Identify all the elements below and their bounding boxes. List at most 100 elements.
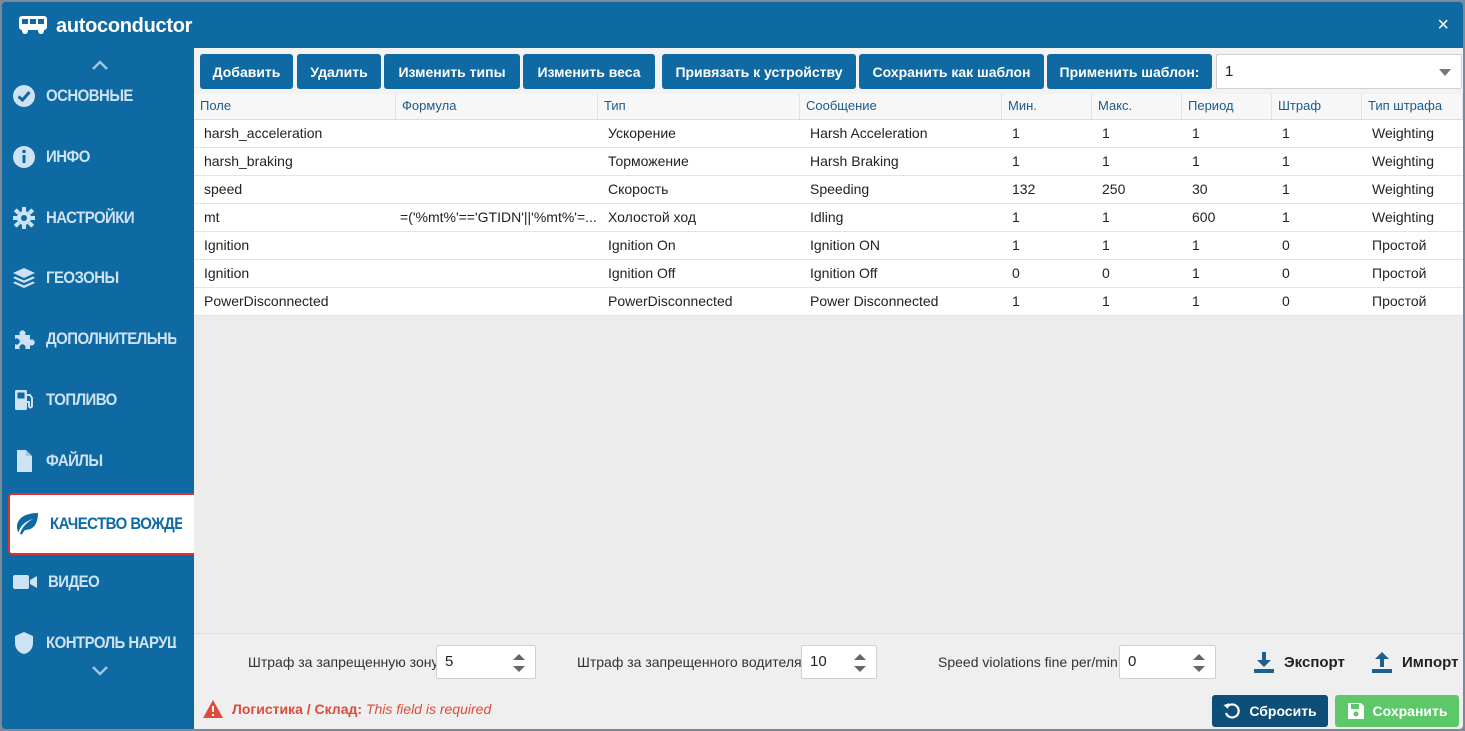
table-cell[interactable]: Скорость — [598, 176, 800, 203]
table-row[interactable]: PowerDisconnected PowerDisconnected Power … — [194, 288, 1463, 316]
table-cell[interactable]: Ignition — [194, 232, 396, 259]
close-icon[interactable]: × — [1437, 14, 1449, 36]
table-cell[interactable]: 1 — [1182, 288, 1272, 315]
table-cell[interactable]: harsh_braking — [194, 148, 396, 175]
save-template-button[interactable]: Сохранить как шаблон — [859, 54, 1044, 89]
table-cell[interactable]: Простой — [1362, 232, 1463, 259]
table-cell[interactable]: 1 — [1002, 288, 1092, 315]
table-cell[interactable]: 0 — [1272, 288, 1362, 315]
delete-button[interactable]: Удалить — [297, 54, 381, 89]
table-cell[interactable]: Холостой ход — [598, 204, 800, 231]
table-cell[interactable]: Weighting — [1362, 176, 1463, 203]
column-header[interactable]: Макс. — [1092, 94, 1182, 119]
sidebar-item-settings[interactable]: НАСТРОЙКИ — [2, 192, 194, 244]
stepper-arrows-icon[interactable] — [1193, 654, 1205, 672]
table-cell[interactable]: 1 — [1002, 148, 1092, 175]
sidebar-item-geozones[interactable]: ГЕОЗОНЫ — [2, 252, 194, 304]
table-row[interactable]: Ignition Ignition Off Ignition Off 0 0 1 0 Прос… — [194, 260, 1463, 288]
add-button[interactable]: Добавить — [200, 54, 293, 89]
table-cell[interactable]: Простой — [1362, 288, 1463, 315]
table-cell[interactable]: 1 — [1182, 232, 1272, 259]
table-row[interactable]: mt =('%mt%'=='GTIDN'||'%mt%'=... Холостой … — [194, 204, 1463, 232]
table-cell[interactable] — [396, 232, 598, 259]
column-header[interactable]: Сообщение — [800, 94, 1002, 119]
table-cell[interactable]: 1 — [1002, 120, 1092, 147]
table-cell[interactable]: Простой — [1362, 260, 1463, 287]
table-cell[interactable]: 250 — [1092, 176, 1182, 203]
sidebar-item-main[interactable]: ОСНОВНЫЕ — [2, 70, 194, 122]
change-weights-button[interactable]: Изменить веса — [523, 54, 655, 89]
table-cell[interactable] — [396, 288, 598, 315]
table-cell[interactable] — [396, 176, 598, 203]
table-cell[interactable]: 1 — [1272, 204, 1362, 231]
table-row[interactable]: harsh_acceleration Ускорение Harsh Acceler… — [194, 120, 1463, 148]
table-cell[interactable]: 1 — [1002, 232, 1092, 259]
column-header[interactable]: Штраф — [1272, 94, 1362, 119]
table-cell[interactable]: 1 — [1092, 232, 1182, 259]
table-cell[interactable]: 1 — [1092, 148, 1182, 175]
scroll-up-chevron-icon[interactable] — [90, 56, 110, 70]
table-cell[interactable]: 1 — [1272, 176, 1362, 203]
table-row[interactable]: speed Скорость Speeding 132 250 30 1 Weighting — [194, 176, 1463, 204]
table-cell[interactable]: speed — [194, 176, 396, 203]
table-cell[interactable]: PowerDisconnected — [194, 288, 396, 315]
table-cell[interactable]: harsh_acceleration — [194, 120, 396, 147]
column-header[interactable]: Формула — [396, 94, 598, 119]
template-select[interactable]: 1 — [1216, 54, 1462, 89]
column-header[interactable]: Мин. — [1002, 94, 1092, 119]
table-cell[interactable]: PowerDisconnected — [598, 288, 800, 315]
table-cell[interactable]: 1 — [1182, 120, 1272, 147]
table-cell[interactable]: mt — [194, 204, 396, 231]
apply-template-button[interactable]: Применить шаблон: — [1047, 54, 1212, 89]
stepper-arrows-icon[interactable] — [854, 654, 866, 672]
stepper-arrows-icon[interactable] — [513, 654, 525, 672]
reset-button[interactable]: Сбросить — [1212, 695, 1328, 727]
table-cell[interactable] — [396, 148, 598, 175]
table-cell[interactable]: Ускорение — [598, 120, 800, 147]
table-cell[interactable]: Harsh Braking — [800, 148, 1002, 175]
change-types-button[interactable]: Изменить типы — [384, 54, 520, 89]
column-header[interactable]: Период — [1182, 94, 1272, 119]
save-button[interactable]: Сохранить — [1335, 695, 1459, 727]
table-cell[interactable]: 1 — [1182, 148, 1272, 175]
sidebar-item-fuel[interactable]: ТОПЛИВО — [2, 374, 194, 426]
scroll-down-chevron-icon[interactable] — [90, 662, 110, 676]
sidebar-item-driving-quality[interactable]: КАЧЕСТВО ВОЖДЕНИЯ — [8, 493, 202, 555]
table-cell[interactable]: Speeding — [800, 176, 1002, 203]
table-cell[interactable]: 0 — [1092, 260, 1182, 287]
table-cell[interactable]: Power Disconnected — [800, 288, 1002, 315]
table-cell[interactable]: 1 — [1272, 148, 1362, 175]
table-cell[interactable]: 0 — [1272, 232, 1362, 259]
table-cell[interactable]: 1 — [1002, 204, 1092, 231]
table-cell[interactable]: Ignition — [194, 260, 396, 287]
column-header[interactable]: Тип — [598, 94, 800, 119]
table-cell[interactable]: Weighting — [1362, 204, 1463, 231]
table-cell[interactable]: =('%mt%'=='GTIDN'||'%mt%'=... — [396, 204, 598, 231]
table-cell[interactable] — [396, 260, 598, 287]
table-cell[interactable]: Idling — [800, 204, 1002, 231]
speed-fine-stepper[interactable]: 0 — [1119, 645, 1216, 679]
table-cell[interactable]: 0 — [1002, 260, 1092, 287]
sidebar-item-video[interactable]: ВИДЕО — [2, 556, 194, 608]
sidebar-item-files[interactable]: ФАЙЛЫ — [2, 435, 194, 487]
table-cell[interactable]: Weighting — [1362, 148, 1463, 175]
table-cell[interactable]: Ignition Off — [598, 260, 800, 287]
column-header[interactable]: Поле — [194, 94, 396, 119]
table-cell[interactable]: 1 — [1182, 260, 1272, 287]
table-cell[interactable]: Ignition ON — [800, 232, 1002, 259]
table-cell[interactable]: Ignition Off — [800, 260, 1002, 287]
table-cell[interactable]: 600 — [1182, 204, 1272, 231]
table-cell[interactable]: Ignition On — [598, 232, 800, 259]
table-row[interactable]: Ignition Ignition On Ignition ON 1 1 1 0 Просто… — [194, 232, 1463, 260]
table-cell[interactable]: 1 — [1092, 120, 1182, 147]
sidebar-item-info[interactable]: ИНФО — [2, 131, 194, 183]
column-header[interactable]: Тип штрафа — [1362, 94, 1463, 119]
table-cell[interactable]: 0 — [1272, 260, 1362, 287]
table-cell[interactable]: 30 — [1182, 176, 1272, 203]
table-cell[interactable] — [396, 120, 598, 147]
sidebar-item-additional[interactable]: ДОПОЛНИТЕЛЬНЫЕ П... — [2, 313, 194, 365]
table-cell[interactable]: 1 — [1092, 204, 1182, 231]
bind-device-button[interactable]: Привязать к устройству — [662, 54, 856, 89]
table-cell[interactable]: Weighting — [1362, 120, 1463, 147]
table-cell[interactable]: 132 — [1002, 176, 1092, 203]
